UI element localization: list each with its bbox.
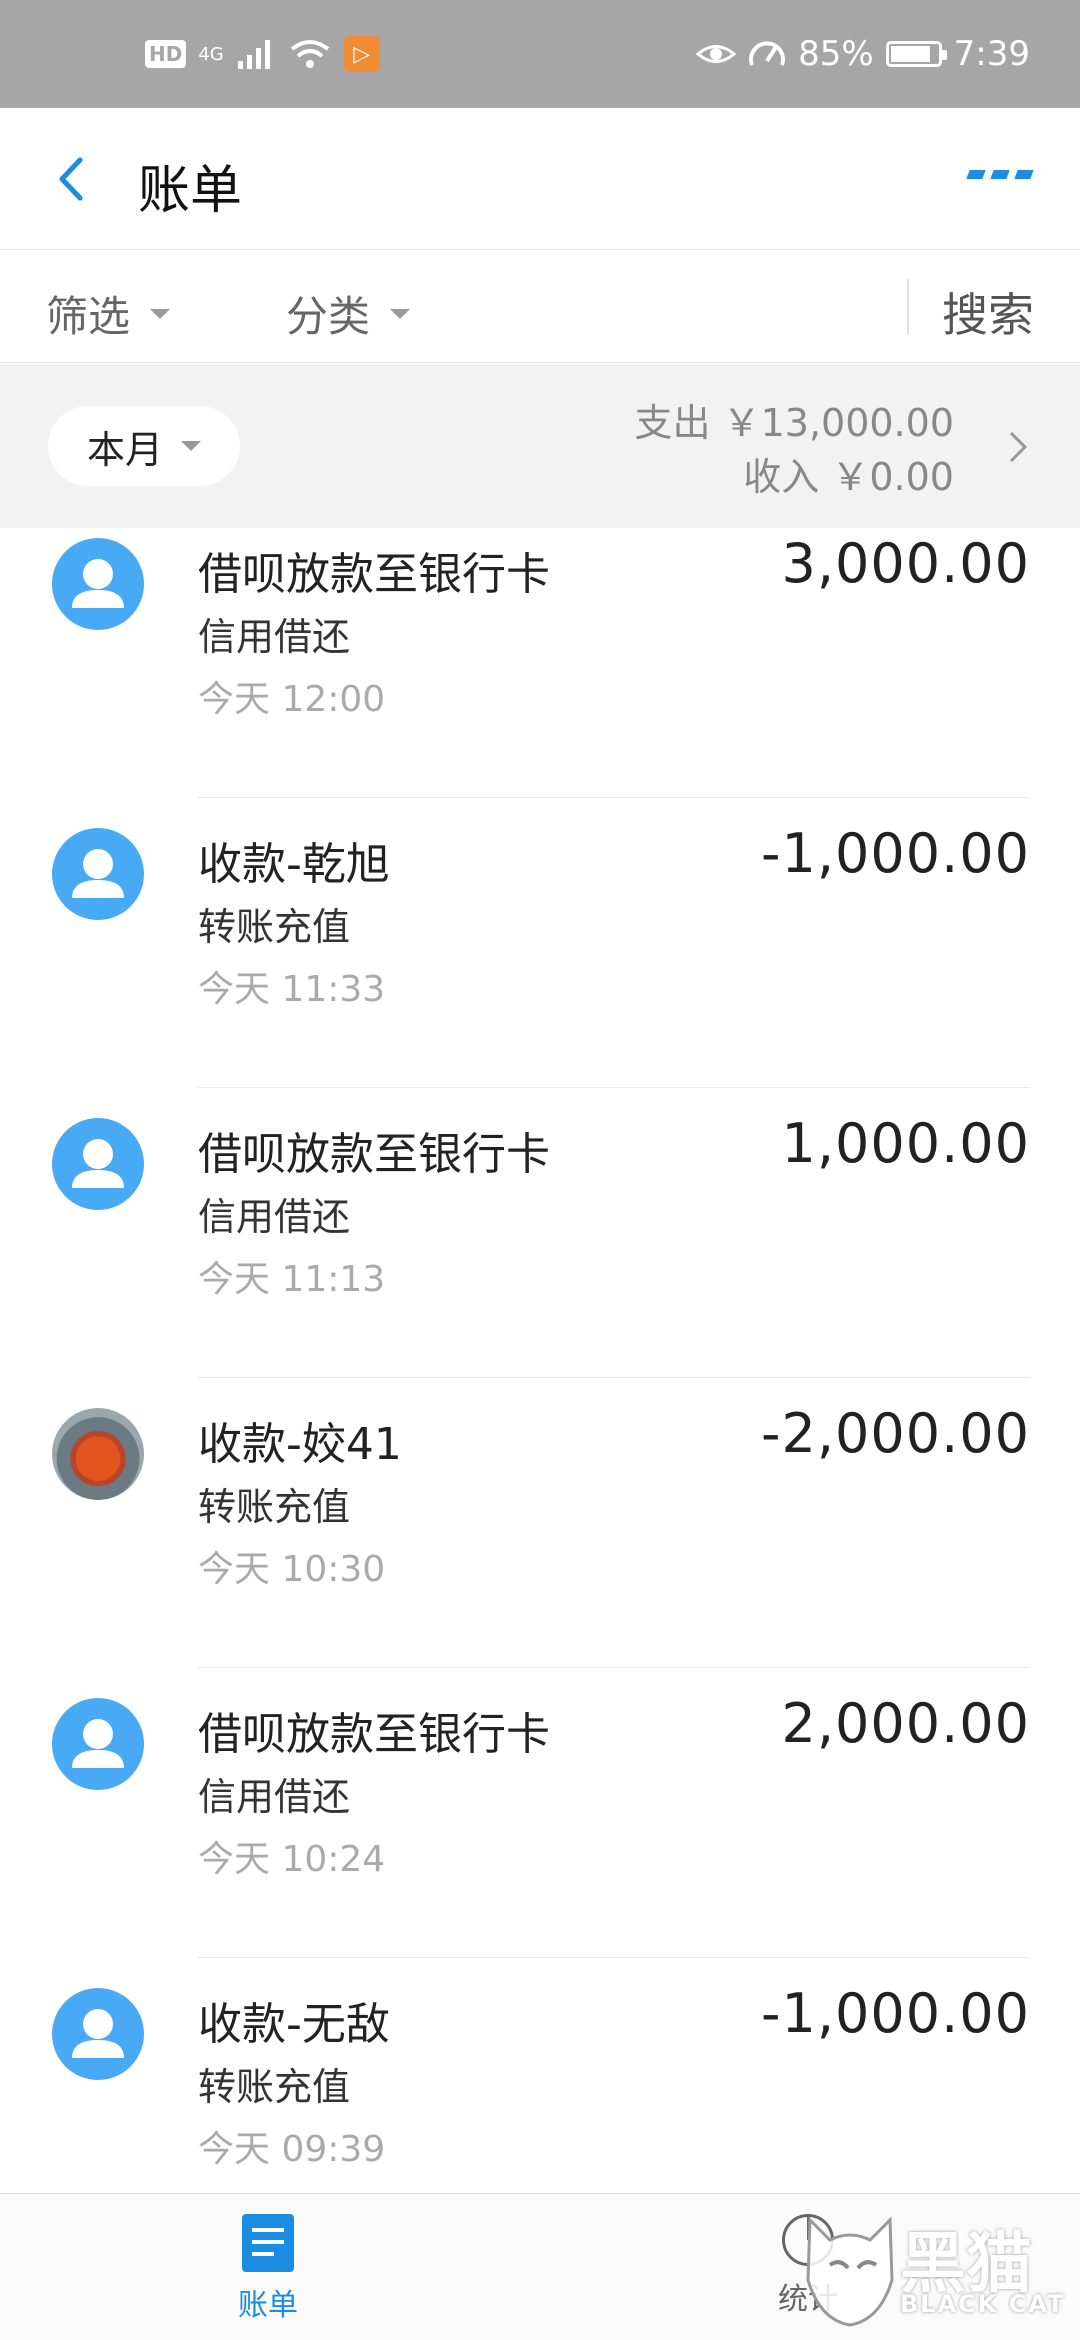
transaction-category: 信用借还 — [198, 615, 351, 659]
transaction-amount: 3,000.00 — [781, 532, 1030, 595]
back-arrow-icon[interactable] — [48, 154, 98, 204]
transaction-time: 今天 10:30 — [198, 1549, 386, 1590]
transaction-row[interactable]: 收款-无敌 转账充值 今天 09:39 -1,000.00 — [0, 1958, 1080, 2193]
wifi-icon — [290, 40, 329, 68]
transaction-category: 信用借还 — [198, 1195, 351, 1239]
transaction-category: 转账充值 — [198, 905, 351, 949]
watermark-en: BLACK CAT — [900, 2290, 1066, 2318]
avatar — [52, 1988, 144, 2080]
transaction-list[interactable]: 借呗放款至银行卡 信用借还 今天 12:00 3,000.00 收款-乾旭 转账… — [0, 528, 1080, 2193]
month-selector[interactable]: 本月 — [48, 406, 240, 486]
transaction-amount: -1,000.00 — [761, 1982, 1030, 2045]
income-total: 收入 ￥0.00 — [743, 455, 954, 499]
app-notification-icon: ▷ — [343, 36, 380, 72]
caret-down-icon — [150, 308, 171, 319]
month-summary[interactable]: 支出 ￥13,000.00 收入 ￥0.00 — [635, 396, 954, 504]
category-dropdown[interactable]: 分类 — [286, 283, 411, 344]
transaction-time: 今天 10:24 — [198, 1839, 386, 1880]
transaction-title: 收款-姣41 — [198, 1419, 402, 1470]
filter-dropdown[interactable]: 筛选 — [46, 283, 171, 344]
page-title: 账单 — [138, 161, 243, 221]
transaction-row[interactable]: 收款-乾旭 转账充值 今天 11:33 -1,000.00 — [0, 798, 1080, 1088]
bill-list-icon — [242, 2214, 294, 2272]
chevron-right-icon[interactable] — [1006, 430, 1030, 464]
expense-total: 支出 ￥13,000.00 — [634, 401, 954, 445]
transaction-amount: -2,000.00 — [761, 1402, 1030, 1465]
signal-icon — [237, 40, 270, 69]
cat-logo-icon — [806, 2216, 894, 2327]
caret-down-icon — [390, 308, 411, 319]
user-icon — [72, 1139, 124, 1188]
filter-bar: 筛选 分类 搜索 — [0, 251, 1080, 363]
divider — [907, 279, 909, 335]
transaction-row[interactable]: 借呗放款至银行卡 信用借还 今天 12:00 3,000.00 — [0, 528, 1080, 798]
transaction-title: 收款-乾旭 — [198, 839, 390, 890]
network-type: 4G — [198, 43, 224, 65]
transaction-title: 借呗放款至银行卡 — [198, 1709, 550, 1760]
avatar — [52, 1698, 144, 1790]
transaction-row[interactable]: 借呗放款至银行卡 信用借还 今天 11:13 1,000.00 — [0, 1088, 1080, 1378]
transaction-title: 借呗放款至银行卡 — [198, 549, 550, 600]
transaction-row[interactable]: 借呗放款至银行卡 信用借还 今天 10:24 2,000.00 — [0, 1668, 1080, 1958]
photo-avatar — [52, 1408, 144, 1500]
avatar — [52, 538, 144, 630]
transaction-time: 今天 11:13 — [198, 1259, 386, 1300]
eye-icon — [696, 45, 737, 63]
status-left: HD 4G ▷ — [145, 36, 380, 72]
watermark: 黑猫 BLACK CAT — [800, 2210, 1070, 2330]
battery-percent: 85% — [798, 34, 874, 74]
more-options-icon[interactable] — [966, 170, 1034, 179]
hd-icon: HD — [145, 40, 187, 68]
user-icon — [72, 559, 124, 608]
user-icon — [72, 849, 124, 898]
transaction-category: 信用借还 — [198, 1775, 351, 1819]
transaction-title: 收款-无敌 — [198, 1999, 390, 2050]
transaction-time: 今天 11:33 — [198, 969, 386, 1010]
filter-label: 筛选 — [46, 292, 131, 341]
transaction-category: 转账充值 — [198, 1485, 351, 1529]
status-bar: HD 4G ▷ 85% 7:39 — [0, 0, 1080, 108]
tab-bills[interactable]: 账单 — [238, 2214, 298, 2324]
speed-icon — [749, 41, 786, 66]
transaction-category: 转账充值 — [198, 2065, 351, 2109]
battery-icon — [885, 41, 947, 67]
user-icon — [72, 1719, 124, 1768]
caret-down-icon — [181, 441, 201, 451]
avatar — [52, 1118, 144, 1210]
user-icon — [72, 2009, 124, 2058]
transaction-amount: 2,000.00 — [781, 1692, 1030, 1755]
transaction-title: 借呗放款至银行卡 — [198, 1129, 550, 1180]
transaction-amount: -1,000.00 — [761, 822, 1030, 885]
month-label: 本月 — [86, 427, 163, 472]
transaction-amount: 1,000.00 — [781, 1112, 1030, 1175]
transaction-row[interactable]: 收款-姣41 转账充值 今天 10:30 -2,000.00 — [0, 1378, 1080, 1668]
tab-bills-label: 账单 — [238, 2288, 298, 2323]
month-summary-bar: 本月 支出 ￥13,000.00 收入 ￥0.00 — [0, 364, 1080, 528]
avatar — [52, 828, 144, 920]
category-label: 分类 — [286, 292, 371, 341]
search-button[interactable]: 搜索 — [942, 279, 1034, 345]
app-header: 账单 — [0, 108, 1080, 250]
status-right: 85% 7:39 — [696, 34, 1030, 74]
clock: 7:39 — [953, 34, 1030, 74]
transaction-time: 今天 12:00 — [198, 679, 386, 720]
transaction-time: 今天 09:39 — [198, 2129, 386, 2170]
